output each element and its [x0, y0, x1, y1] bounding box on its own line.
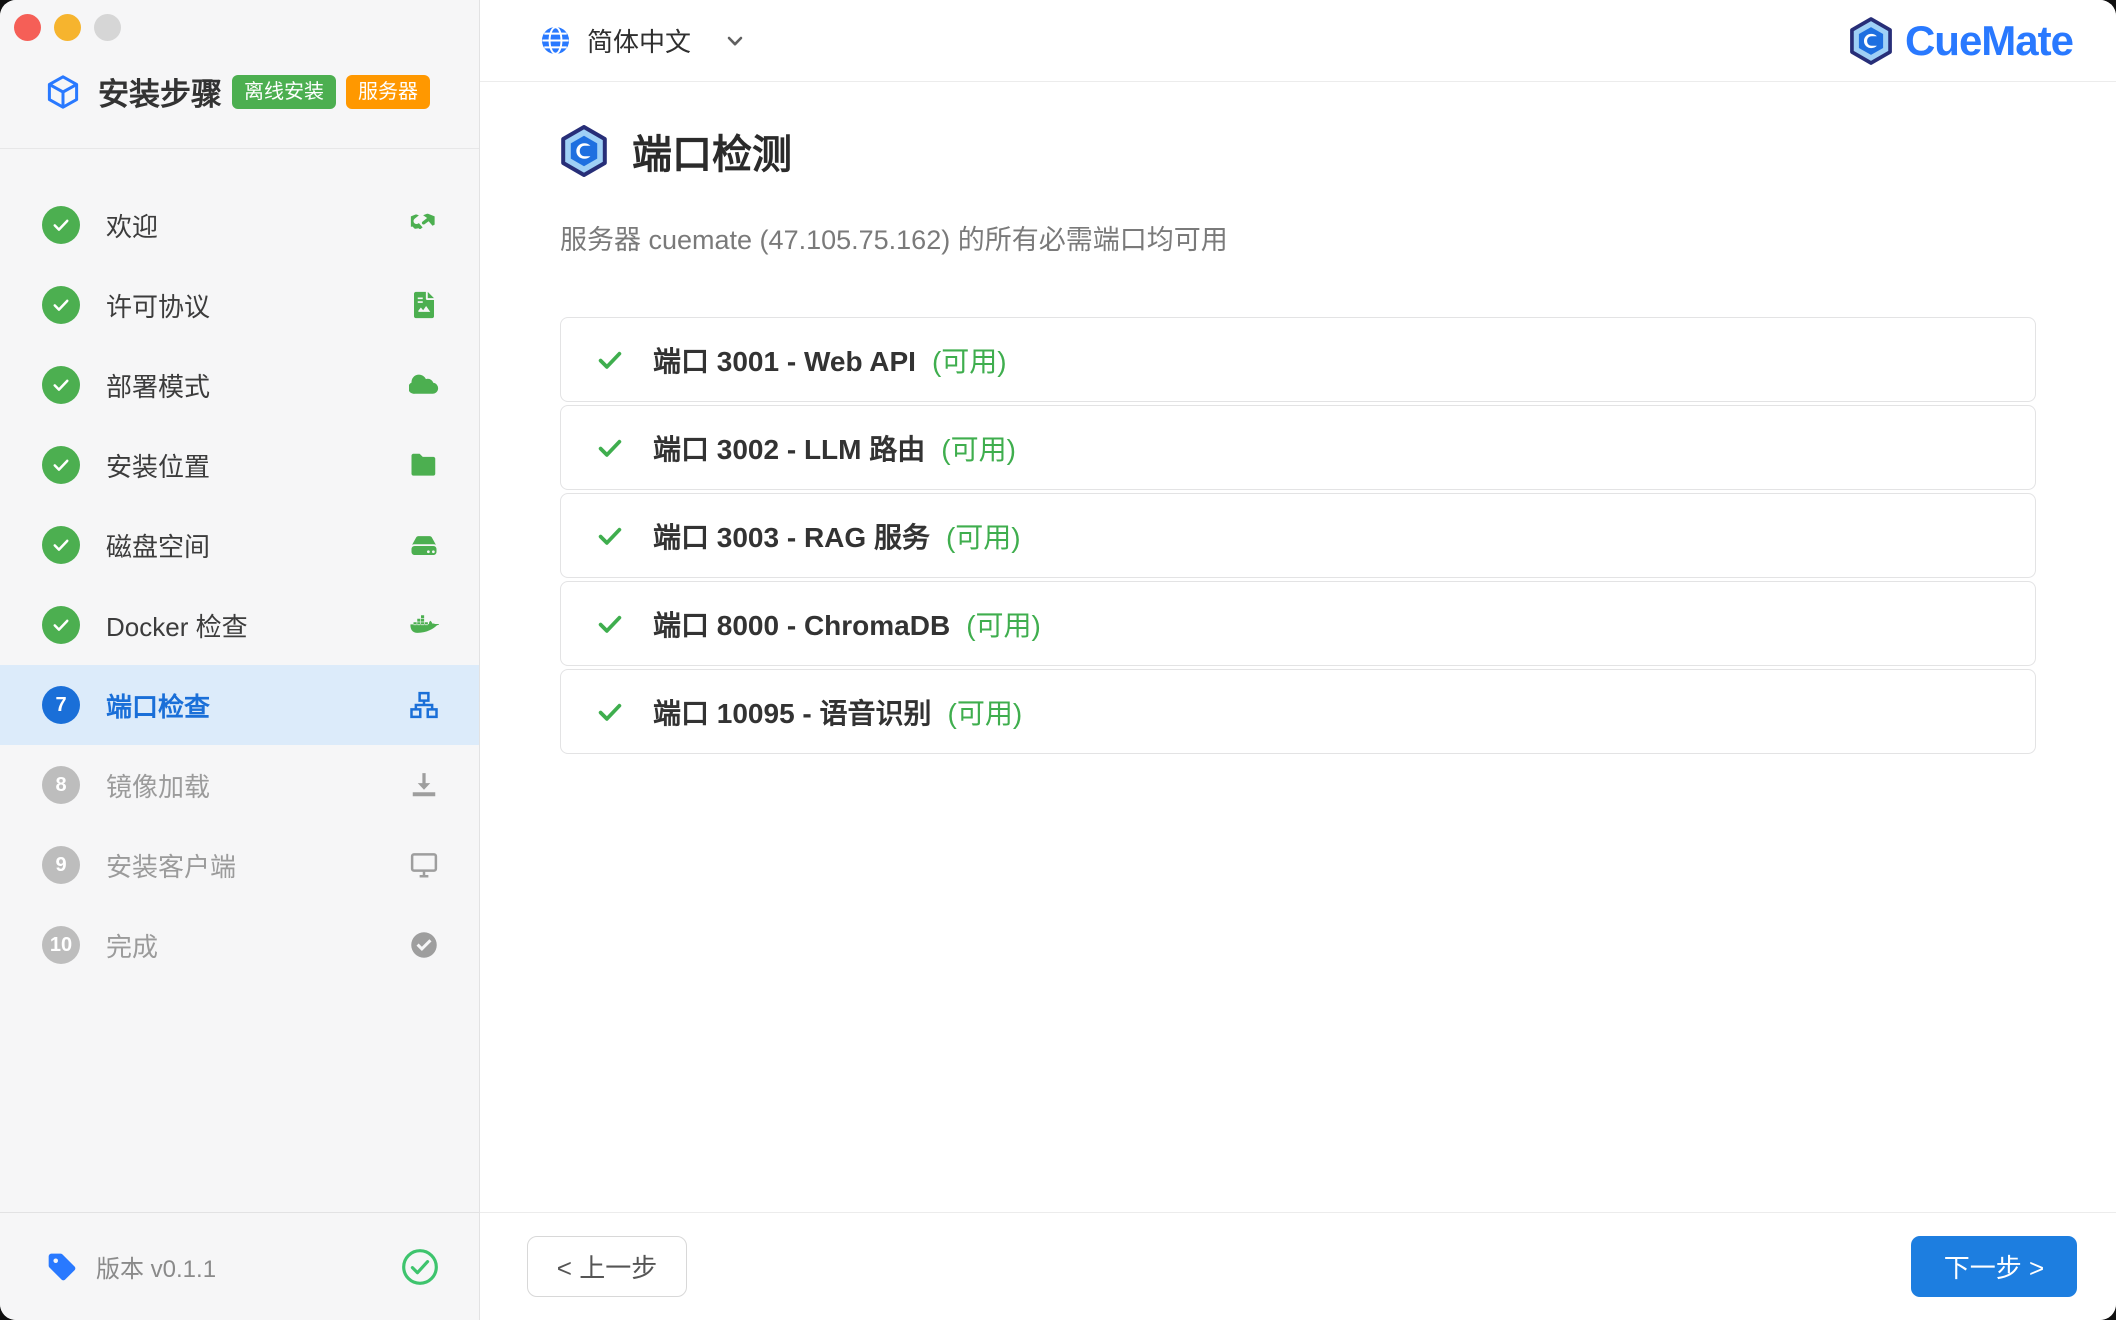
- sidebar-step-install-location: 安装位置: [0, 425, 479, 505]
- sidebar-step-docker-check: Docker 检查: [0, 585, 479, 665]
- document-icon: [409, 290, 439, 320]
- previous-step-button[interactable]: < 上一步: [527, 1236, 687, 1297]
- step-done-check-icon: [42, 206, 80, 244]
- version-label: 版本 v0.1.1: [96, 1256, 217, 1283]
- step-number-badge: 8: [42, 766, 80, 804]
- installer-window: 安装步骤 离线安装 服务器 欢迎 许可协议 部署模式 安装位置 磁盘空间 Doc…: [0, 0, 2116, 1320]
- step-done-check-icon: [42, 526, 80, 564]
- server-badge: 服务器: [346, 74, 430, 109]
- check-icon: [598, 703, 622, 721]
- content: 端口检测 服务器 cuemate (47.105.75.162) 的所有必需端口…: [480, 82, 2116, 1212]
- sidebar-step-finish: 10 完成: [0, 905, 479, 985]
- step-done-check-icon: [42, 606, 80, 644]
- port-row-3001: 端口 3001 - Web API (可用): [560, 317, 2036, 402]
- port-list: 端口 3001 - Web API (可用) 端口 3002 - LLM 路由 …: [560, 317, 2036, 754]
- step-number-badge: 7: [42, 686, 80, 724]
- sidebar-title: 安装步骤: [98, 77, 222, 112]
- package-box-icon: [47, 74, 79, 109]
- subtitle: 服务器 cuemate (47.105.75.162) 的所有必需端口均可用: [560, 225, 1228, 255]
- port-name: 端口 3001 - Web API: [653, 345, 916, 377]
- check-circle-icon: [409, 930, 439, 960]
- sidebar-header: 安装步骤 离线安装 服务器: [0, 0, 479, 149]
- harddrive-icon: [409, 530, 439, 560]
- docker-icon: [409, 610, 439, 640]
- steps-list: 欢迎 许可协议 部署模式 安装位置 磁盘空间 Docker 检查 7 端口检查 …: [0, 149, 479, 1212]
- port-status: (可用): [931, 345, 1007, 377]
- tag-icon: [48, 1253, 76, 1280]
- globe-icon: [540, 25, 571, 56]
- cloud-icon: [409, 370, 439, 400]
- port-row-10095: 端口 10095 - 语音识别 (可用): [560, 669, 2036, 754]
- sidebar-step-disk-space: 磁盘空间: [0, 505, 479, 585]
- cuemate-logo-icon: [1850, 16, 1892, 65]
- step-done-check-icon: [42, 446, 80, 484]
- step-label: Docker 检查: [106, 611, 248, 642]
- port-row-8000: 端口 8000 - ChromaDB (可用): [560, 581, 2036, 666]
- handshake-icon: [409, 210, 439, 240]
- check-icon: [598, 439, 622, 457]
- step-label: 安装位置: [106, 451, 211, 482]
- chevron-down-icon: [727, 36, 743, 46]
- port-name: 端口 8000 - ChromaDB: [653, 609, 951, 641]
- port-status: (可用): [941, 433, 1016, 465]
- folder-icon: [409, 450, 439, 480]
- sidebar-step-port-check-active: 7 端口检查: [0, 665, 479, 745]
- check-icon: [598, 615, 622, 633]
- brand-name: CueMate: [1904, 16, 2074, 64]
- version-ok-icon: [402, 1248, 438, 1285]
- sidebar-title-row: 安装步骤 离线安装 服务器: [14, 69, 479, 114]
- offline-install-badge: 离线安装: [232, 74, 336, 109]
- port-name: 端口 10095 - 语音识别: [653, 697, 932, 729]
- badges: 离线安装 服务器: [232, 74, 430, 109]
- port-row-3003: 端口 3003 - RAG 服务 (可用): [560, 493, 2036, 578]
- cuemate-logo-icon: [561, 125, 607, 177]
- step-label: 磁盘空间: [106, 531, 211, 562]
- heading-row: 端口检测: [560, 122, 2036, 180]
- step-label: 欢迎: [106, 211, 159, 242]
- port-row-3002: 端口 3002 - LLM 路由 (可用): [560, 405, 2036, 490]
- network-icon: [409, 690, 439, 720]
- port-name: 端口 3002 - LLM 路由: [653, 433, 926, 465]
- check-icon: [598, 527, 622, 545]
- zoom-button-disabled: [94, 14, 121, 41]
- step-done-check-icon: [42, 286, 80, 324]
- close-button[interactable]: [14, 14, 41, 41]
- port-status: (可用): [945, 521, 1021, 553]
- step-number-badge: 10: [42, 926, 80, 964]
- next-step-button[interactable]: 下一步 >: [1911, 1236, 2077, 1297]
- brand-logo: CueMate: [1849, 16, 2074, 66]
- check-icon: [598, 351, 622, 369]
- port-status: (可用): [947, 697, 1023, 729]
- sidebar-step-license: 许可协议: [0, 265, 479, 345]
- main-footer: < 上一步 下一步 >: [480, 1212, 2116, 1320]
- monitor-icon: [409, 850, 439, 880]
- step-label: 镜像加载: [106, 771, 211, 802]
- sidebar: 安装步骤 离线安装 服务器 欢迎 许可协议 部署模式 安装位置 磁盘空间 Doc…: [0, 0, 480, 1320]
- main-panel: 简体中文 CueMate 端口检测 服务器 cuemate (47.105.75…: [480, 0, 2116, 1320]
- port-status: (可用): [966, 609, 1041, 641]
- step-done-check-icon: [42, 366, 80, 404]
- download-icon: [409, 770, 439, 800]
- step-label: 部署模式: [106, 371, 211, 402]
- step-label: 安装客户端: [106, 851, 237, 882]
- sidebar-footer: 版本 v0.1.1: [0, 1212, 479, 1320]
- minimize-button[interactable]: [54, 14, 81, 41]
- traffic-lights: [14, 14, 479, 41]
- page-title: 端口检测: [632, 133, 792, 177]
- step-label: 端口检查: [106, 691, 211, 722]
- topbar: 简体中文 CueMate: [480, 0, 2116, 82]
- language-label: 简体中文: [587, 27, 692, 57]
- step-label: 完成: [106, 931, 159, 962]
- step-number-badge: 9: [42, 846, 80, 884]
- sidebar-step-install-client: 9 安装客户端: [0, 825, 479, 905]
- sidebar-step-welcome: 欢迎: [0, 185, 479, 265]
- sidebar-step-image-load: 8 镜像加载: [0, 745, 479, 825]
- port-name: 端口 3003 - RAG 服务: [653, 521, 930, 553]
- language-selector[interactable]: 简体中文: [540, 22, 747, 59]
- sidebar-step-deploy-mode: 部署模式: [0, 345, 479, 425]
- step-label: 许可协议: [106, 291, 211, 322]
